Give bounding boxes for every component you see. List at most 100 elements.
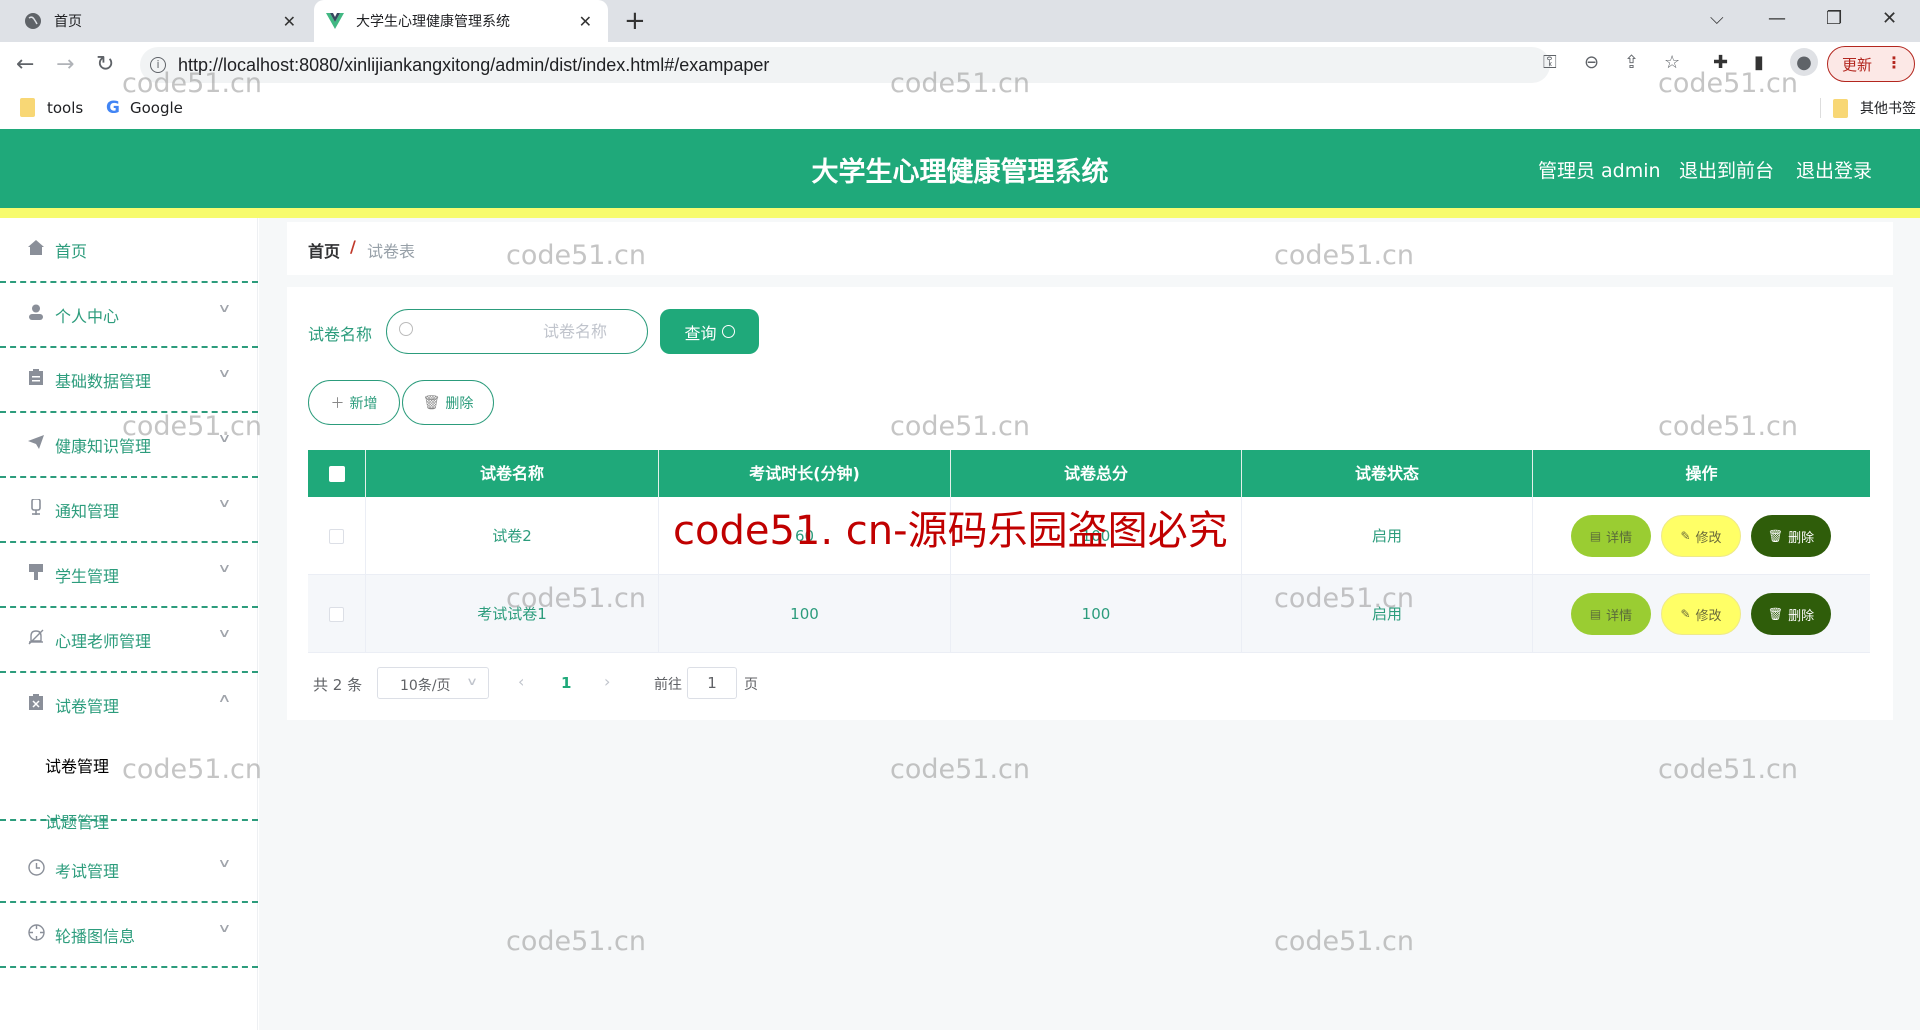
key-icon[interactable]: ⚿: [1543, 52, 1557, 73]
delete-button[interactable]: 🗑︎ 删除: [1751, 515, 1831, 557]
goto-page-input[interactable]: [687, 667, 737, 699]
share-icon[interactable]: ⇪: [1624, 52, 1639, 73]
table-row: 考试试卷1 100 100 启用 ▤ 详情 ✎ 修改 🗑︎ 删除: [308, 575, 1870, 653]
chevron-down-icon: ∨: [217, 366, 232, 380]
column-header[interactable]: 试卷状态: [1242, 450, 1533, 497]
bookmark-google[interactable]: G Google: [106, 98, 183, 118]
header-accent-strip: [0, 208, 1920, 218]
cell-score: 100: [951, 497, 1242, 575]
page-number-current[interactable]: 1: [561, 674, 571, 692]
header-checkbox-cell: [308, 450, 366, 497]
close-window-icon[interactable]: ✕: [1882, 8, 1897, 29]
sidebar-item-teachers[interactable]: 心理老师管理 ∨: [0, 608, 258, 673]
breadcrumb-home[interactable]: 首页: [308, 238, 340, 262]
delete-label: 删除: [1788, 608, 1815, 624]
home-icon: [27, 238, 45, 256]
sidebar-item-health-knowledge[interactable]: 健康知识管理 ∨: [0, 413, 258, 478]
zoom-out-icon[interactable]: ⊖: [1584, 52, 1599, 73]
address-bar-row: ← → ↻ i http://localhost:8080/xinlijiank…: [0, 42, 1920, 88]
search-input[interactable]: [422, 315, 637, 348]
folder-icon: [20, 98, 35, 117]
site-info-icon[interactable]: i: [150, 57, 166, 73]
trash-icon: 🗑︎: [1767, 607, 1784, 621]
browser-tab-active[interactable]: 大学生心理健康管理系统 ✕: [314, 0, 608, 42]
column-header[interactable]: 试卷名称: [366, 450, 659, 497]
cell-actions: ▤ 详情 ✎ 修改 🗑︎ 删除: [1533, 575, 1870, 653]
brush-icon: [27, 563, 45, 581]
next-page-button[interactable]: ›: [604, 672, 610, 691]
app-header: 大学生心理健康管理系统 管理员 admin 退出到前台 退出登录: [0, 129, 1920, 208]
select-all-checkbox[interactable]: [329, 466, 345, 482]
sidebar-item-exam-papers[interactable]: 试卷管理 ∧ 试卷管理 试题管理: [0, 673, 258, 832]
sidebar-item-label: 个人中心: [55, 307, 120, 326]
row-checkbox[interactable]: [329, 607, 344, 622]
batch-delete-button[interactable]: 🗑︎ 删除: [402, 380, 494, 425]
tab-title: 首页: [54, 14, 82, 30]
sidebar-item-carousel[interactable]: 轮播图信息 ∨: [0, 903, 258, 968]
breadcrumb: 首页 / 试卷表: [287, 222, 1893, 275]
bookmark-tools[interactable]: tools: [20, 98, 83, 117]
forward-icon[interactable]: →: [56, 52, 74, 77]
detail-label: 详情: [1606, 608, 1633, 624]
update-button[interactable]: 更新 ⋮: [1827, 46, 1915, 82]
submenu-item-exam-paper-management[interactable]: 试卷管理: [45, 753, 109, 777]
sidebar-item-label: 试卷管理: [55, 697, 120, 716]
document-icon: ▤: [1589, 607, 1602, 621]
profile-avatar-icon[interactable]: ●: [1790, 48, 1818, 76]
tab-close-icon[interactable]: ✕: [579, 12, 592, 31]
chevron-down-icon: ∨: [217, 561, 232, 575]
new-tab-button[interactable]: +: [624, 6, 646, 36]
table-header: 试卷名称 考试时长(分钟) 试卷总分 试卷状态 操作: [308, 450, 1870, 497]
sidebar-item-exams[interactable]: 考试管理 ∨: [0, 838, 258, 903]
chevron-down-icon: ∨: [217, 856, 232, 870]
cell-duration: 60: [659, 497, 951, 575]
minimize-icon[interactable]: —: [1768, 8, 1786, 29]
bookmarks-bar: tools G Google 其他书签: [0, 88, 1920, 129]
page-size-select[interactable]: 10条/页 ∨: [377, 667, 489, 699]
sidebar-item-students[interactable]: 学生管理 ∨: [0, 543, 258, 608]
edit-button[interactable]: ✎ 修改: [1661, 515, 1741, 557]
tab-search-icon[interactable]: ⌵: [1710, 8, 1724, 29]
prev-page-button[interactable]: ‹: [518, 672, 524, 691]
sidebar-item-basic-data[interactable]: 基础数据管理 ∨: [0, 348, 258, 413]
query-button[interactable]: 查询: [660, 309, 759, 354]
url-text[interactable]: http://localhost:8080/xinlijiankangxiton…: [178, 55, 769, 76]
page-suffix: 页: [744, 677, 758, 693]
side-panel-icon[interactable]: ▮: [1754, 52, 1764, 73]
maximize-icon[interactable]: ❐: [1826, 8, 1842, 29]
pencil-icon: ✎: [1680, 607, 1691, 621]
row-checkbox[interactable]: [329, 529, 344, 544]
logout-link[interactable]: 退出登录: [1796, 156, 1872, 183]
sidebar-item-home[interactable]: 首页: [0, 218, 258, 283]
menu-dots-icon: ⋮: [1886, 53, 1902, 72]
column-header: 操作: [1685, 464, 1718, 483]
add-label: 新增: [349, 395, 378, 412]
sidebar-item-label: 考试管理: [55, 862, 120, 881]
back-icon[interactable]: ←: [16, 52, 34, 77]
chevron-down-icon: ∨: [217, 626, 232, 640]
edit-button[interactable]: ✎ 修改: [1661, 593, 1741, 635]
sidebar-item-notice[interactable]: 通知管理 ∨: [0, 478, 258, 543]
column-header[interactable]: 试卷总分: [951, 450, 1242, 497]
exit-to-frontend-link[interactable]: 退出到前台: [1679, 156, 1774, 183]
reload-icon[interactable]: ↻: [96, 52, 114, 77]
total-count: 共 2 条: [313, 676, 363, 694]
cell-actions: ▤ 详情 ✎ 修改 🗑︎ 删除: [1533, 497, 1870, 575]
submenu-item-question-management[interactable]: 试题管理: [45, 809, 109, 833]
other-bookmarks[interactable]: 其他书签: [1820, 98, 1916, 118]
globe-icon: [24, 12, 42, 30]
sidebar-item-personal-center[interactable]: 个人中心 ∨: [0, 283, 258, 348]
delete-label: 删除: [445, 395, 474, 412]
bookmark-star-icon[interactable]: ☆: [1664, 52, 1680, 73]
add-button[interactable]: ＋ 新增: [308, 380, 400, 425]
extensions-icon[interactable]: ✚: [1713, 52, 1728, 73]
detail-button[interactable]: ▤ 详情: [1571, 593, 1651, 635]
browser-tab-home[interactable]: 首页 ✕: [0, 0, 312, 42]
sidebar-item-label: 健康知识管理: [55, 437, 152, 456]
tab-close-icon[interactable]: ✕: [283, 12, 296, 31]
pencil-icon: ✎: [1680, 529, 1691, 543]
column-header[interactable]: 考试时长(分钟): [659, 450, 951, 497]
url-bar[interactable]: i http://localhost:8080/xinlijiankangxit…: [140, 47, 1550, 83]
detail-button[interactable]: ▤ 详情: [1571, 515, 1651, 557]
delete-button[interactable]: 🗑︎ 删除: [1751, 593, 1831, 635]
